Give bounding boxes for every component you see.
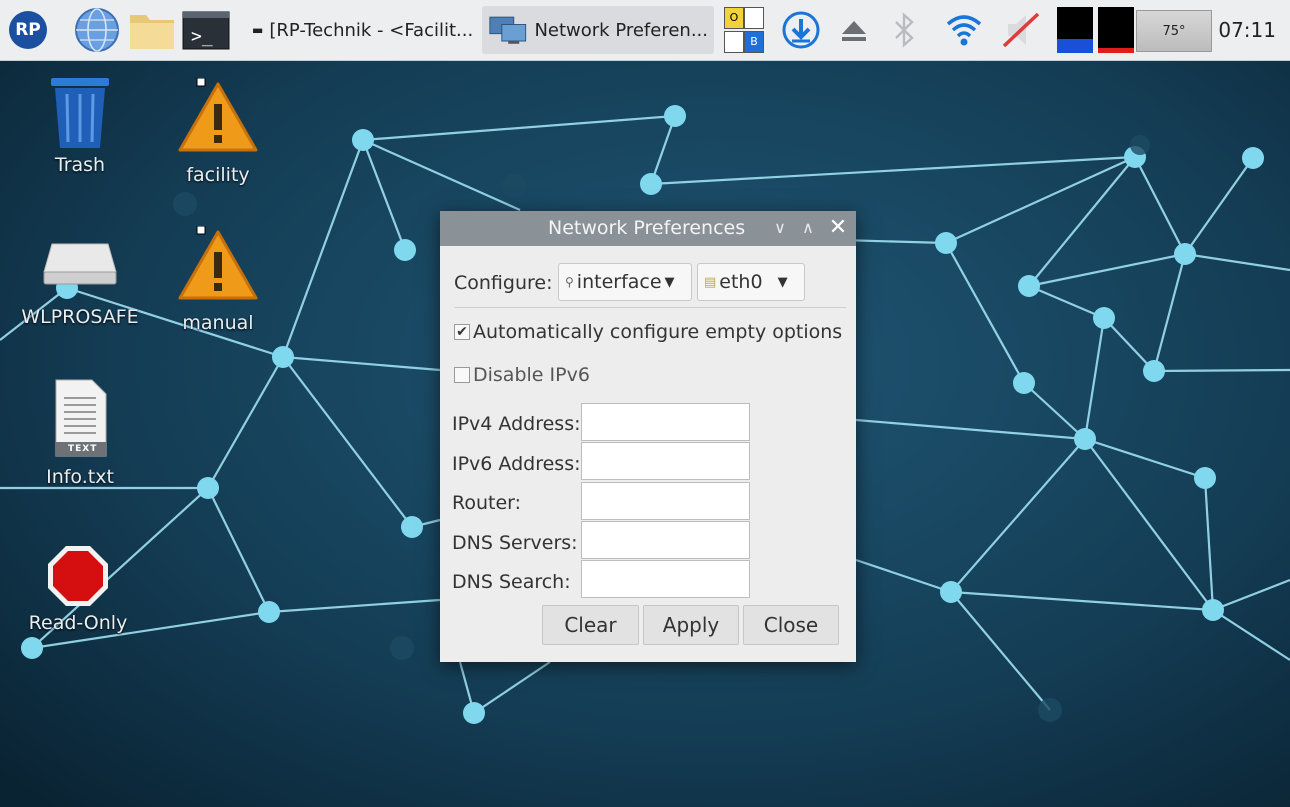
bluetooth-icon — [895, 12, 914, 48]
desktop-icon-manual[interactable]: manual — [158, 226, 278, 334]
logo-text: RP — [15, 20, 41, 40]
dns-search-input[interactable] — [581, 560, 750, 598]
eject-button[interactable] — [832, 0, 876, 60]
close-window-button[interactable]: ✕ — [826, 215, 850, 241]
clear-button[interactable]: Clear — [542, 605, 639, 645]
terminal-launcher[interactable]: >_ — [180, 0, 232, 60]
taskbar-window-facility[interactable]: ▬ [RP-Technik - <Facilit... — [246, 6, 478, 54]
close-button[interactable]: Close — [743, 605, 839, 645]
desktop-icon-facility[interactable]: facility — [158, 78, 278, 186]
clock[interactable]: 07:11 — [1218, 0, 1276, 60]
chevron-down-icon: ▼ — [664, 274, 675, 290]
dns-servers-input[interactable] — [581, 521, 750, 559]
warning-icon — [178, 78, 258, 152]
desktop-icon-label: Info.txt — [46, 466, 114, 488]
auto-configure-option[interactable]: ✔ Automatically configure empty options — [454, 321, 842, 343]
desktop-icon-label: Read-Only — [28, 612, 128, 634]
wifi-button[interactable] — [940, 0, 988, 60]
disable-ipv6-checkbox[interactable] — [454, 367, 470, 383]
disable-ipv6-label: Disable IPv6 — [473, 364, 590, 386]
window-icon: ▬ — [252, 23, 264, 37]
maximize-button[interactable]: ∧ — [796, 215, 820, 241]
drive-icon — [43, 243, 117, 285]
apply-button[interactable]: Apply — [643, 605, 739, 645]
warning-icon — [178, 226, 258, 300]
ipv6-address-label: IPv6 Address: — [452, 453, 581, 475]
keyboard-indicator-top: O — [724, 7, 744, 29]
dialog-titlebar[interactable]: Network Preferences ∨ ∧ ✕ — [440, 211, 856, 246]
download-icon — [782, 11, 820, 49]
keyboard-indicator-bottom: B — [744, 31, 764, 53]
web-browser-icon — [75, 8, 119, 52]
taskbar-window-label: Network Preferen... — [534, 19, 708, 41]
desktop-icon-info-txt[interactable]: TEXT Info.txt — [20, 378, 140, 488]
separator — [454, 307, 846, 308]
ipv6-address-input[interactable] — [581, 442, 750, 480]
dns-servers-label: DNS Servers: — [452, 532, 578, 554]
terminal-icon: >_ — [182, 11, 230, 50]
updater-button[interactable] — [776, 0, 826, 60]
configure-device-dropdown[interactable]: ▤ eth0 ▼ — [697, 263, 805, 301]
volume-muted-icon — [1002, 12, 1040, 48]
cpu-monitor — [1056, 0, 1094, 60]
trash-icon — [51, 78, 109, 148]
ipv4-address-input[interactable] — [581, 403, 750, 441]
interface-icon: ⚲ — [565, 275, 574, 289]
keyboard-indicator-blank — [724, 31, 744, 53]
configure-type-value: interface — [576, 271, 662, 293]
configure-device-value: eth0 — [719, 271, 763, 293]
cpu-temperature: 75° — [1136, 10, 1212, 52]
desktop-icon-label: facility — [186, 164, 250, 186]
stop-icon — [48, 546, 108, 606]
web-browser-launcher[interactable] — [70, 0, 124, 60]
configure-label: Configure: — [454, 272, 553, 294]
desktop-icon-read-only[interactable]: Read-Only — [18, 544, 138, 634]
router-label: Router: — [452, 492, 522, 514]
chevron-down-icon: ▼ — [777, 274, 788, 290]
desktop-icon-trash[interactable]: Trash — [20, 72, 140, 176]
memory-monitor-icon — [1098, 7, 1134, 53]
cpu-monitor-icon — [1057, 7, 1093, 53]
desktop-icon-label: Trash — [54, 154, 106, 176]
file-manager-icon — [130, 15, 174, 49]
minimize-button[interactable]: ∨ — [768, 215, 792, 241]
network-preferences-icon — [489, 16, 527, 44]
raspberry-logo-icon: RP — [9, 11, 47, 49]
auto-configure-label: Automatically configure empty options — [473, 321, 843, 343]
desktop-icon-label: WLPROSAFE — [21, 306, 139, 328]
desktop-icon-label: manual — [182, 312, 254, 334]
cpu-temperature-value: 75° — [1162, 23, 1186, 39]
network-preferences-dialog: Network Preferences ∨ ∧ ✕ Configure: ⚲ i… — [440, 211, 856, 662]
file-manager-launcher[interactable] — [126, 0, 178, 60]
taskbar: RP >_ ▬ [RP-Technik - <Facilit... Networ… — [0, 0, 1290, 61]
taskbar-window-network-preferences[interactable]: Network Preferen... — [482, 6, 714, 54]
keyboard-indicator-blank — [744, 7, 764, 29]
file-type-badge: TEXT — [68, 444, 98, 454]
desktop-icon-wlprosafe[interactable]: WLPROSAFE — [20, 238, 140, 328]
wifi-icon — [946, 15, 982, 46]
menu-button[interactable]: RP — [8, 0, 48, 60]
bluetooth-button[interactable] — [882, 0, 926, 60]
device-icon: ▤ — [704, 274, 717, 290]
router-input[interactable] — [581, 482, 750, 520]
dialog-title: Network Preferences — [548, 217, 746, 239]
ipv4-address-label: IPv4 Address: — [452, 413, 581, 435]
dns-search-label: DNS Search: — [452, 571, 571, 593]
taskbar-window-label: [RP-Technik - <Facilit... — [269, 19, 474, 41]
eject-icon — [842, 21, 866, 41]
configure-type-dropdown[interactable]: ⚲ interface ▼ — [558, 263, 692, 301]
memory-monitor — [1097, 0, 1135, 60]
keyboard-layout-indicator[interactable]: O B — [720, 0, 768, 60]
disable-ipv6-option[interactable]: Disable IPv6 — [454, 364, 590, 386]
volume-button[interactable] — [996, 0, 1048, 60]
auto-configure-checkbox[interactable]: ✔ — [454, 324, 470, 340]
svg-text:>_: >_ — [191, 26, 213, 47]
